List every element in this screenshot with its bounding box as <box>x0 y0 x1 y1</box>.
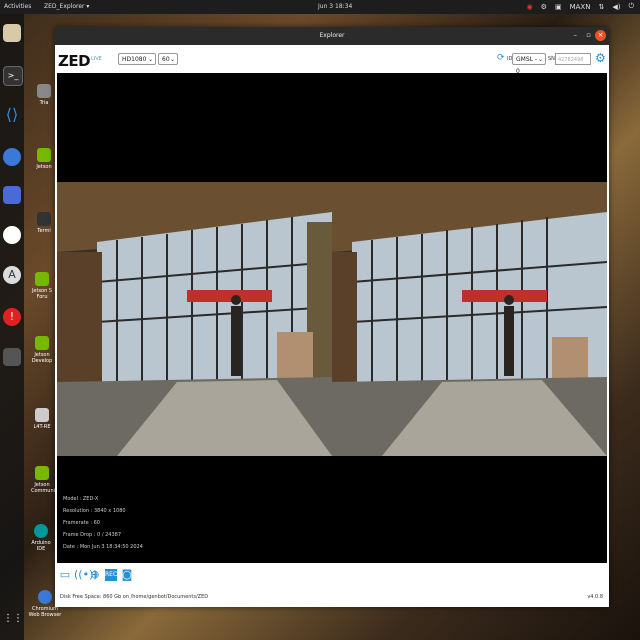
maximize-icon[interactable]: ▫ <box>586 31 591 39</box>
refresh-icon[interactable]: ⟳ <box>497 53 505 63</box>
cpu-icon[interactable]: ▣ <box>555 3 562 11</box>
bottom-bar: ▭ ((•)) ⊕ REC ◙ Disk Free Space: 860 Gb … <box>55 563 609 607</box>
desktop-icon-forum[interactable]: Jetson S Foru <box>31 272 53 300</box>
nvidia-icon <box>35 466 49 480</box>
power-icon[interactable]: ⏻ <box>628 2 634 11</box>
camera-icon[interactable]: ◙ <box>121 569 133 581</box>
toolbar: ZED LIVE HD1080 ⌄ 60 ⌄ ⟳ ID GMSL - 0 ⌄ SN 4… <box>55 45 609 75</box>
terminal-icon <box>37 212 51 226</box>
desktop-icon-community[interactable]: Jetson Communit <box>31 466 57 494</box>
volume-icon[interactable]: ◀) <box>612 3 620 11</box>
dock: >_ ⟨⟩ A ! ⋮⋮ <box>0 14 24 640</box>
right-camera-image <box>332 182 607 456</box>
activities-button[interactable]: Activities <box>4 3 31 10</box>
clock[interactable]: Jun 3 18:34 <box>318 3 352 10</box>
version-label: v4.0.8 <box>587 594 603 600</box>
info-framerate: Framerate : 60 <box>63 520 100 526</box>
chevron-down-icon: ⌄ <box>147 56 153 63</box>
window-title: Explorer <box>319 32 345 39</box>
document-icon <box>35 408 49 422</box>
video-viewer[interactable]: Model : ZED-X Resolution : 3840 x 1080 F… <box>57 73 607 563</box>
resolution-select[interactable]: HD1080 ⌄ <box>118 53 156 65</box>
title-bar[interactable]: Explorer – ▫ × <box>55 27 609 45</box>
zed-logo: ZED <box>58 52 91 70</box>
active-app-icon[interactable] <box>3 348 21 366</box>
camera-id-select[interactable]: GMSL - 0 ⌄ <box>512 53 546 75</box>
chevron-down-icon: ⌄ <box>169 56 175 63</box>
camera-info-overlay: Model : ZED-X Resolution : 3840 x 1080 F… <box>63 493 143 553</box>
desktop-icon-trash[interactable]: Tria <box>33 84 55 106</box>
stream-icon[interactable]: ((•)) <box>74 569 98 581</box>
info-frame-drop: Frame Drop : 0 / 24387 <box>63 532 122 538</box>
desktop-icon-developer[interactable]: Jetson Develop <box>31 336 53 364</box>
disk-free-space: Disk Free Space: 860 Gb on /home/genbot/… <box>60 594 209 600</box>
arduino-icon <box>34 524 48 538</box>
desktop-icon-arduino[interactable]: Arduino IDE <box>30 524 52 552</box>
trash-icon <box>37 84 51 98</box>
alert-icon[interactable]: ! <box>3 308 21 326</box>
depth-icon[interactable]: ⊕ <box>89 569 101 581</box>
serial-number-input[interactable]: 42782498 <box>555 53 591 65</box>
chromium-icon <box>38 590 52 604</box>
network-icon[interactable]: ⇅ <box>598 3 604 11</box>
desktop-icon-jetson[interactable]: Jetson <box>33 148 55 170</box>
nvidia-icon <box>37 148 51 162</box>
terminal-icon[interactable]: >_ <box>3 66 23 86</box>
software-icon[interactable]: A <box>3 266 21 284</box>
minimize-icon[interactable]: – <box>574 31 578 39</box>
top-bar: Activities ZED_Explorer ▾ Jun 3 18:34 ◉ … <box>0 0 640 14</box>
nvidia-icon <box>35 336 49 350</box>
desktop-icon-terminal[interactable]: Termi <box>33 212 55 234</box>
sn-label: SN <box>548 56 555 62</box>
chevron-down-icon: ⌄ <box>537 56 543 63</box>
chromium-icon[interactable] <box>3 148 21 166</box>
folder-icon[interactable]: ▭ <box>59 569 71 581</box>
screenshot-icon[interactable] <box>3 186 21 204</box>
vscode-icon[interactable]: ⟨⟩ <box>3 106 21 124</box>
record-icon[interactable]: REC <box>105 569 117 581</box>
settings-icon[interactable]: ⚙ <box>541 3 547 11</box>
close-button[interactable]: × <box>595 30 606 41</box>
info-model: Model : ZED-X <box>63 496 99 502</box>
fps-select[interactable]: 60 ⌄ <box>158 53 178 65</box>
info-resolution: Resolution : 3840 x 1080 <box>63 508 126 514</box>
desktop-icon-l4t[interactable]: L4T-RE <box>31 408 53 430</box>
nvidia-icon[interactable]: ◉ <box>527 3 533 11</box>
live-label: LIVE <box>91 56 102 62</box>
gear-icon[interactable]: ⚙ <box>595 51 606 65</box>
files-icon[interactable] <box>3 24 21 42</box>
nvidia-icon <box>35 272 49 286</box>
explorer-window: Explorer – ▫ × ZED LIVE HD1080 ⌄ 60 ⌄ ⟳ ID… <box>55 27 609 607</box>
system-tray[interactable]: ◉ ⚙ ▣ MAXN ⇅ ◀) ⏻ <box>527 2 634 11</box>
obs-icon[interactable] <box>3 226 21 244</box>
maxn-label[interactable]: MAXN <box>570 3 591 11</box>
info-date: Date : Mon Jun 3 18:34:50 2024 <box>63 544 143 550</box>
app-menu[interactable]: ZED_Explorer ▾ <box>44 3 89 10</box>
left-camera-image <box>57 182 332 456</box>
show-apps-icon[interactable]: ⋮⋮ <box>3 610 23 628</box>
